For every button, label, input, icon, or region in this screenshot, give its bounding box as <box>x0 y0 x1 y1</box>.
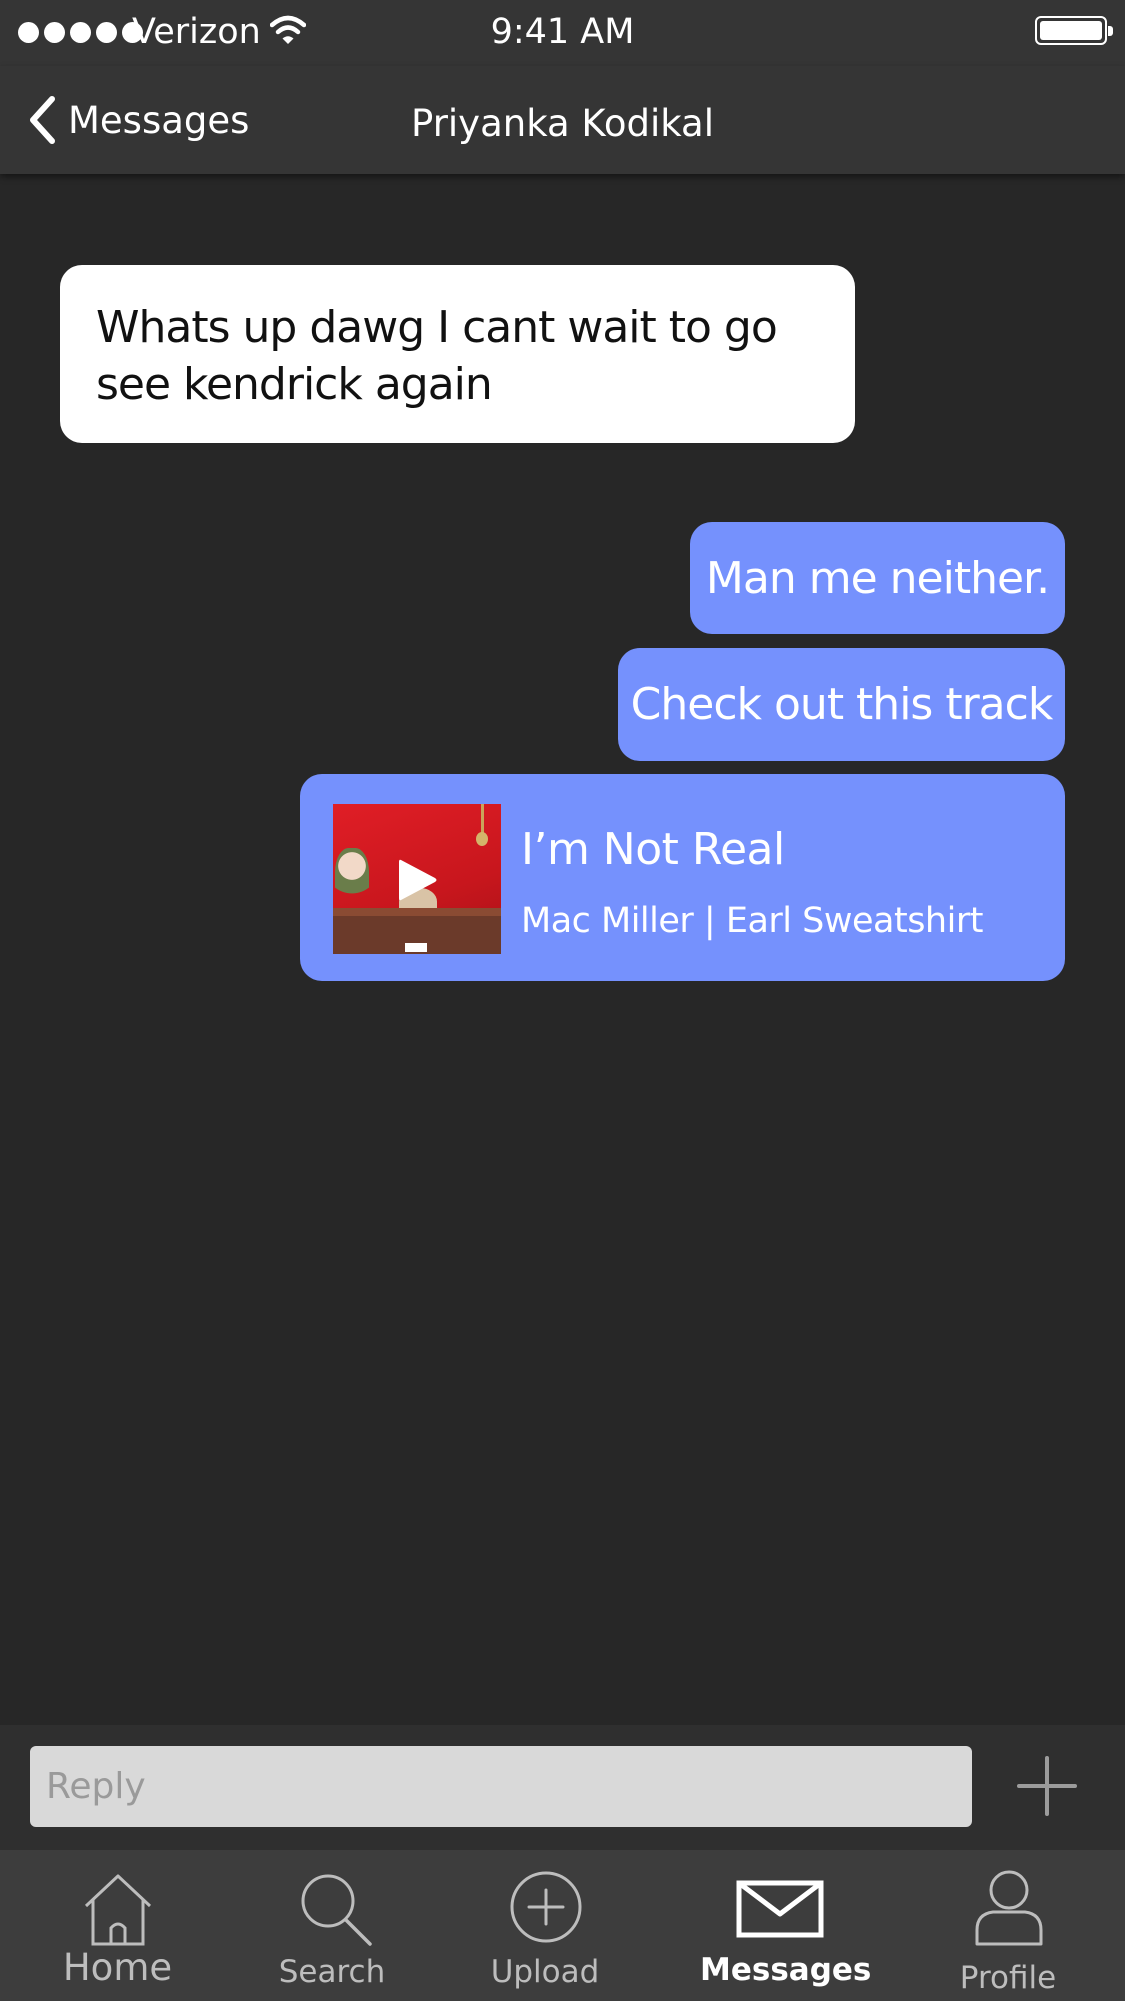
battery-icon <box>1035 16 1113 45</box>
conversation-title: Priyanka Kodikal <box>411 102 714 145</box>
tab-search[interactable]: Search <box>262 1850 402 2001</box>
tab-profile-label: Profile <box>959 1960 1057 1996</box>
tab-upload-label: Upload <box>490 1954 600 1990</box>
upload-icon <box>510 1871 582 1943</box>
tab-bar: Home Search Upload Messages Profile <box>0 1850 1125 2001</box>
tab-profile[interactable]: Profile <box>938 1850 1078 2001</box>
album-art <box>333 804 501 954</box>
track-artists: Mac Miller | Earl Sweatshirt <box>521 901 983 941</box>
chat-screen: Verizon 9:41 AM Messages Priyanka Kodika… <box>0 0 1125 2001</box>
tab-messages-label: Messages <box>700 1952 872 1988</box>
home-icon <box>84 1874 152 1946</box>
shared-track-card[interactable]: I’m Not Real Mac Miller | Earl Sweatshir… <box>300 774 1065 981</box>
track-title: I’m Not Real <box>521 824 785 875</box>
incoming-message[interactable]: Whats up dawg I cant wait to go see kend… <box>60 265 855 443</box>
play-icon[interactable] <box>395 856 439 904</box>
tab-search-label: Search <box>278 1954 386 1990</box>
clock: 9:41 AM <box>490 12 635 52</box>
reply-bar <box>0 1725 1125 1850</box>
tab-upload[interactable]: Upload <box>475 1850 615 2001</box>
navigation-bar: Messages Priyanka Kodikal <box>0 66 1125 174</box>
search-icon <box>301 1874 372 1946</box>
plus-icon[interactable] <box>1016 1755 1078 1817</box>
tab-home-label: Home <box>62 1946 173 1989</box>
tab-messages[interactable]: Messages <box>700 1850 872 2001</box>
envelope-icon <box>736 1880 824 1938</box>
status-bar: Verizon 9:41 AM <box>0 0 1125 66</box>
outgoing-message[interactable]: Check out this track <box>618 648 1065 761</box>
reply-input[interactable] <box>30 1746 972 1827</box>
tab-home[interactable]: Home <box>40 1850 195 2001</box>
profile-icon <box>975 1870 1043 1946</box>
outgoing-message[interactable]: Man me neither. <box>690 522 1065 634</box>
